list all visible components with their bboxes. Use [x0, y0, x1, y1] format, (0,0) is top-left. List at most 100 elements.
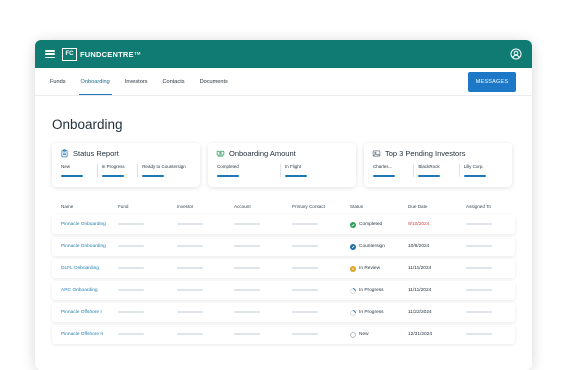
placeholder-bar [466, 288, 492, 291]
app-window: FC FUNDCENTRE™ Funds Onboarding Investor… [35, 40, 532, 370]
placeholder-bar [466, 332, 492, 335]
top-bar: FC FUNDCENTRE™ [35, 40, 532, 68]
table-row[interactable]: Pinnacle Offshore II New 12/31/2024 [52, 325, 515, 344]
clipboard-icon [61, 149, 68, 158]
column-header[interactable]: Investor [177, 204, 234, 209]
row-name-link[interactable]: ARC Onboarding [61, 288, 118, 293]
due-date: 11/11/2024 [408, 288, 432, 293]
check-circle-icon [350, 221, 356, 228]
progress-circle-icon [350, 309, 356, 316]
due-date: 9/10/2024 [408, 222, 430, 227]
placeholder-bar [466, 244, 492, 247]
placeholder-bar [466, 310, 492, 313]
review-circle-icon [350, 265, 356, 272]
placeholder-bar [234, 332, 260, 335]
table-row[interactable]: Pinnacle Onboarding Countersign 10/8/202… [52, 237, 515, 256]
placeholder-bar [177, 266, 203, 269]
progress-circle-icon [350, 287, 356, 294]
placeholder-bar [118, 266, 144, 269]
tab-investors[interactable]: Investors [125, 68, 148, 95]
metric-ready-to-countersign: Ready to Countersign [137, 164, 192, 177]
placeholder-bar [177, 332, 203, 335]
card-title: Onboarding Amount [229, 149, 296, 158]
status-cell: Completed [350, 221, 408, 228]
placeholder-bar [234, 266, 260, 269]
placeholder-bar [118, 310, 144, 313]
row-name-link[interactable]: Pinnacle Offshore I [61, 310, 118, 315]
placeholder-bar [234, 310, 260, 313]
column-header[interactable]: Assigned To [466, 204, 506, 209]
status-cell: In Progress [350, 287, 408, 294]
investor-3: Lilly Corp. [458, 164, 504, 177]
column-header[interactable]: Status [350, 204, 408, 209]
tab-contacts[interactable]: Contacts [162, 68, 184, 95]
status-cell: In Progress [350, 309, 408, 316]
placeholder-bar [234, 244, 260, 247]
logo-text: FUNDCENTRE™ [80, 49, 142, 59]
placeholder-bar [292, 244, 318, 247]
placeholder-bar [292, 332, 318, 335]
table-row[interactable]: ARC Onboarding In Progress 11/11/2024 [52, 281, 515, 300]
investor-2: BlackRock [413, 164, 458, 177]
placeholder-bar [118, 244, 144, 247]
tab-documents[interactable]: Documents [200, 68, 228, 95]
due-date: 12/31/2024 [408, 332, 433, 337]
pen-circle-icon [350, 243, 356, 250]
row-name-link[interactable]: Pinnacle Onboarding [61, 222, 118, 227]
metric-in-flight: In Flight [280, 164, 348, 177]
card-title: Top 3 Pending Investors [385, 149, 466, 158]
logo-mark: FC [62, 47, 77, 61]
placeholder-bar [177, 288, 203, 291]
placeholder-bar [177, 310, 203, 313]
table-row[interactable]: Pinnacle Onboarding Completed 9/10/2024 [52, 215, 515, 234]
column-header[interactable]: Name [61, 204, 118, 209]
column-header[interactable]: Fund [118, 204, 177, 209]
placeholder-bar [177, 222, 203, 225]
row-name-link[interactable]: DLFL Onboarding [61, 266, 118, 271]
row-name-link[interactable]: Pinnacle Offshore II [61, 332, 118, 337]
table-row[interactable]: DLFL Onboarding In Review 11/11/2024 [52, 259, 515, 278]
metric-completed: Completed [216, 164, 280, 177]
money-stack-icon [216, 150, 225, 157]
summary-cards: Status Report New In Progress Ready to C… [52, 143, 512, 187]
top-pending-investors-card[interactable]: Top 3 Pending Investors Charles... Black… [364, 143, 512, 187]
status-cell: Countersign [350, 243, 408, 250]
placeholder-bar [292, 266, 318, 269]
placeholder-bar [234, 288, 260, 291]
placeholder-bar [234, 222, 260, 225]
due-date: 10/8/2024 [408, 244, 430, 249]
placeholder-bar [292, 310, 318, 313]
column-header[interactable]: Due Date [408, 204, 466, 209]
metric-new: New [60, 164, 97, 177]
investor-1: Charles... [372, 164, 413, 177]
placeholder-bar [118, 288, 144, 291]
row-name-link[interactable]: Pinnacle Onboarding [61, 244, 118, 249]
new-circle-icon [350, 331, 356, 338]
main-nav: Funds Onboarding Investors Contacts Docu… [35, 68, 532, 96]
card-title: Status Report [73, 149, 119, 158]
image-icon [372, 150, 381, 157]
messages-button[interactable]: MESSAGES [468, 72, 516, 92]
table-row[interactable]: Pinnacle Offshore I In Progress 11/22/20… [52, 303, 515, 322]
onboarding-amount-card[interactable]: Onboarding Amount Completed In Flight [208, 143, 356, 187]
menu-icon[interactable] [45, 50, 55, 58]
column-header[interactable]: Primary Contact [292, 204, 350, 209]
user-account-icon[interactable] [510, 48, 522, 60]
due-date: 11/22/2024 [408, 310, 432, 315]
status-cell: In Review [350, 265, 408, 272]
placeholder-bar [292, 222, 318, 225]
status-report-card[interactable]: Status Report New In Progress Ready to C… [52, 143, 200, 187]
placeholder-bar [177, 244, 203, 247]
table-header: Name Fund Investor Account Primary Conta… [52, 200, 515, 212]
due-date: 11/11/2024 [408, 266, 432, 271]
tab-funds[interactable]: Funds [50, 68, 66, 95]
placeholder-bar [118, 222, 144, 225]
placeholder-bar [466, 266, 492, 269]
column-header[interactable]: Account [234, 204, 292, 209]
placeholder-bar [466, 222, 492, 225]
page-title: Onboarding [52, 117, 123, 132]
tab-onboarding[interactable]: Onboarding [78, 68, 113, 95]
metric-in-progress: In Progress [96, 164, 138, 177]
placeholder-bar [292, 288, 318, 291]
status-cell: New [350, 331, 408, 338]
